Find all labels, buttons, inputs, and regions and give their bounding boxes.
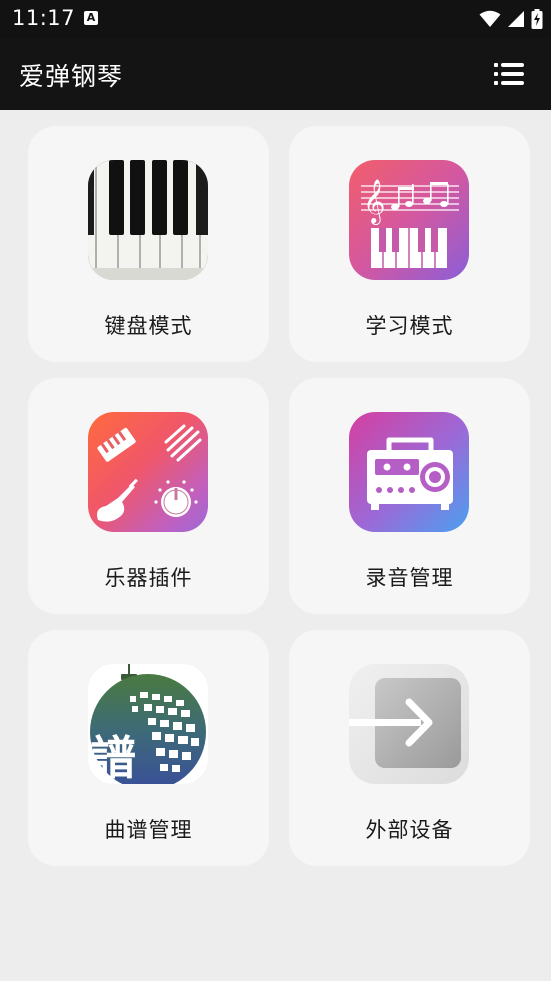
svg-text:𝄞: 𝄞	[363, 179, 385, 225]
study-mode-card[interactable]: 𝄞 学习模式	[289, 126, 530, 362]
notification-a-icon: A	[84, 11, 98, 25]
card-label: 学习模式	[365, 314, 454, 338]
external-device-arrow-icon	[349, 664, 469, 784]
status-icons	[479, 8, 543, 30]
instrument-plugin-icon	[88, 412, 208, 532]
wifi-icon	[479, 10, 501, 27]
radio-recorder-icon	[349, 412, 469, 532]
instrument-plugin-card[interactable]: 乐器插件	[28, 378, 269, 614]
keyboard-mode-card[interactable]: 键盘模式	[28, 126, 269, 362]
cellular-signal-icon	[508, 11, 524, 27]
recording-management-card[interactable]: 录音管理	[289, 378, 530, 614]
card-label: 曲谱管理	[104, 818, 193, 842]
external-device-card[interactable]: 外部设备	[289, 630, 530, 866]
score-management-card[interactable]: 譜 曲谱管理	[28, 630, 269, 866]
piano-keyboard-icon	[88, 160, 208, 280]
list-menu-icon	[494, 63, 524, 85]
app-bar: 爱弹钢琴	[0, 38, 551, 110]
card-label: 乐器插件	[104, 566, 193, 590]
status-time: 11:17	[12, 6, 76, 30]
card-label: 录音管理	[365, 566, 454, 590]
feature-grid: 键盘模式 𝄞 学习模式 乐器插件 录音管理 譜 曲谱管理 外部设备	[28, 126, 530, 866]
card-label: 键盘模式	[104, 314, 193, 338]
sheet-music-keyboard-icon: 𝄞	[349, 160, 469, 280]
status-bar: 11:17 A	[0, 0, 551, 38]
menu-button[interactable]	[493, 58, 525, 90]
app-title: 爱弹钢琴	[19, 62, 124, 91]
svg-text:譜: 譜	[90, 731, 136, 784]
card-label: 外部设备	[365, 818, 454, 842]
battery-charging-icon	[531, 9, 543, 29]
score-disco-ball-icon: 譜	[88, 664, 208, 784]
screen: 11:17 A 爱弹钢琴 键盘模式 𝄞 学习模式 乐器插件 录音管理 譜 曲谱管…	[0, 0, 551, 981]
